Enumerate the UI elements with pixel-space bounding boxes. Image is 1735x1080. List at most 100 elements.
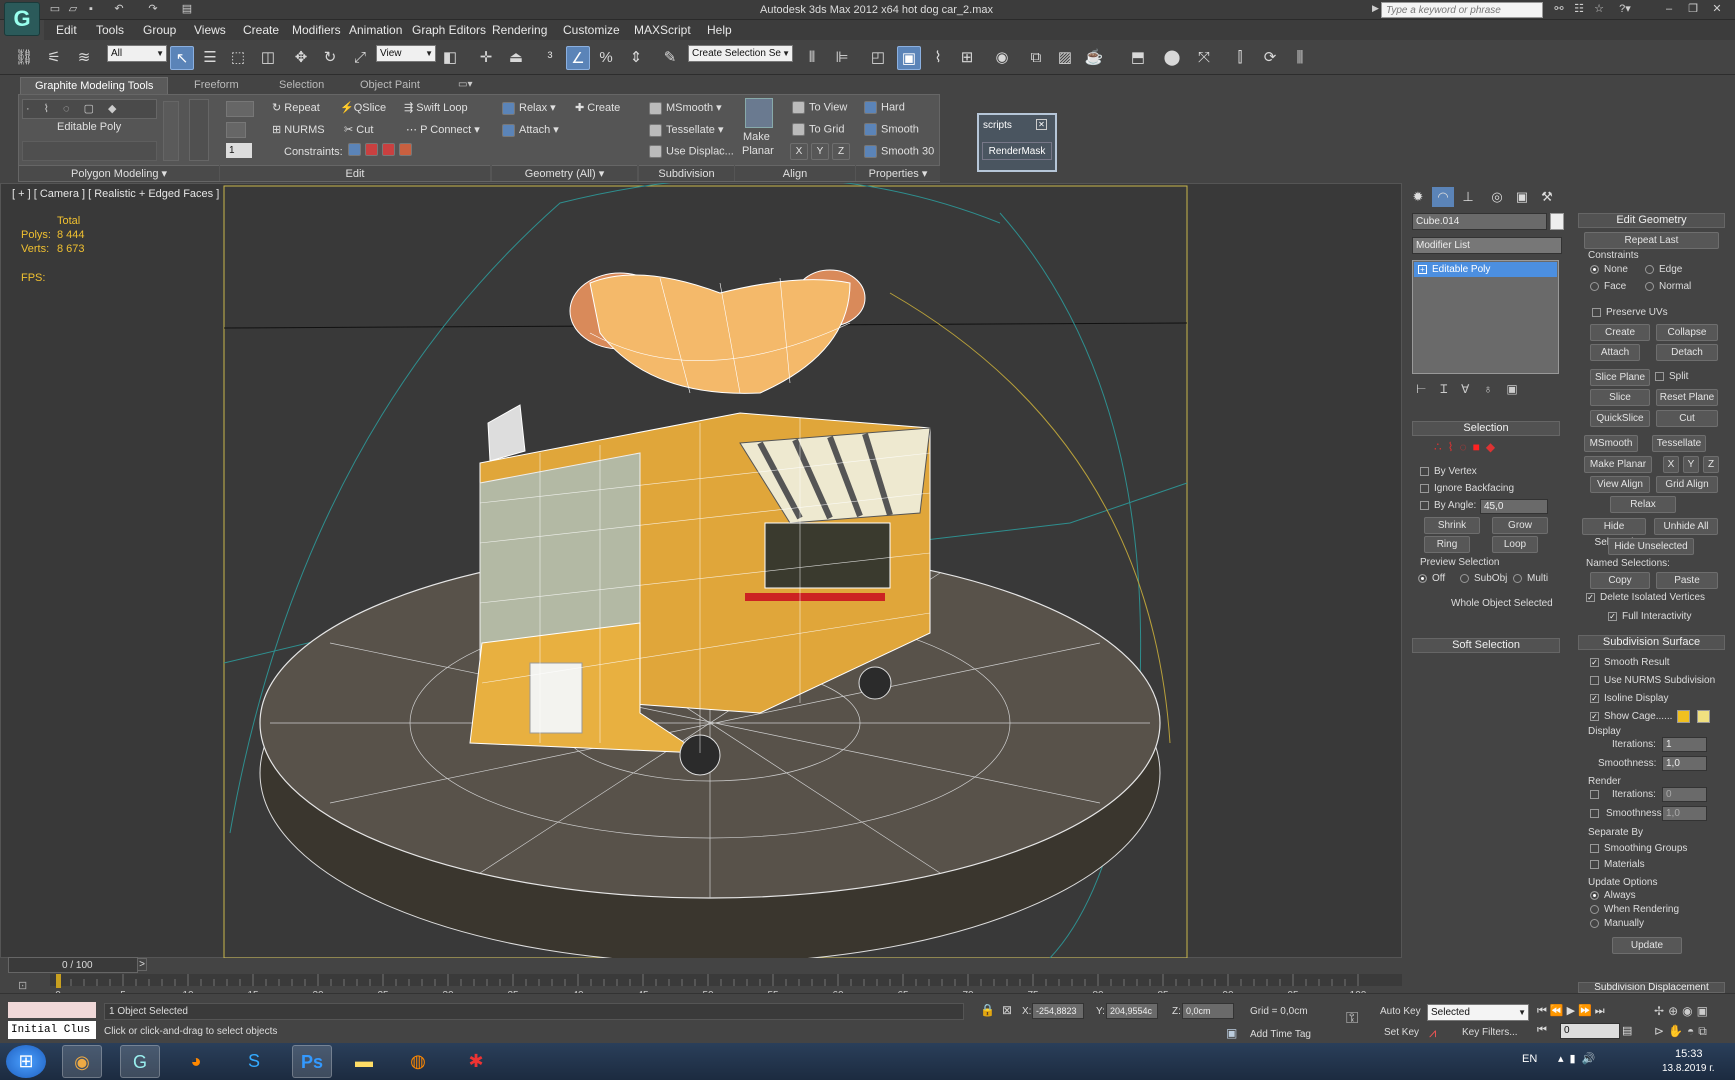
percent-snap-icon[interactable]: % [594,46,618,70]
binoculars-icon[interactable]: ⚯ [1550,2,1568,16]
time-configuration-icon[interactable]: ▤ [1622,1024,1632,1037]
reset-plane-button[interactable]: Reset Plane [1656,389,1718,406]
next-frame-play-icon[interactable]: ⏩ [1578,1005,1595,1017]
photoshop-taskbar-icon[interactable]: Ps [292,1045,332,1078]
graphite-toggle-icon[interactable]: ▣ [897,46,921,70]
unhide-all-button[interactable]: Unhide All [1654,518,1718,535]
modify-tab-icon[interactable]: ◠ [1432,187,1454,207]
render-iterations-spinner[interactable]: 0 [1662,787,1707,802]
geometry-panel-label[interactable]: Geometry (All) ▾ [492,165,637,181]
display-smoothness-spinner[interactable]: 1,0 [1662,756,1707,771]
tessellate-button[interactable]: Tessellate ▾ [649,123,724,137]
constraint-face-radio[interactable]: Face [1590,281,1626,292]
align-y-button[interactable]: Y [811,143,829,160]
repeat-button[interactable]: ↻ Repeat [272,101,320,114]
fov-icon[interactable]: ⊳ [1654,1024,1668,1038]
render-smoothness-spinner[interactable]: 1,0 [1662,806,1707,821]
save-icon[interactable]: ▪ [84,2,98,16]
go-to-end-icon[interactable]: ⏭ [1595,1005,1608,1017]
make-planar-icon[interactable] [745,98,773,128]
hierarchy-tab-icon[interactable]: ⊥ [1457,187,1479,207]
zoom-icon[interactable]: ✢ [1654,1004,1668,1018]
start-button-icon[interactable]: ⊞ [6,1045,46,1078]
polygon-modeling-panel-label[interactable]: Polygon Modeling ▾ [19,165,219,181]
menu-tools[interactable]: Tools [96,23,124,37]
tessellate-geom-button[interactable]: Tessellate [1652,435,1706,452]
bind-space-warp-icon[interactable]: ≋ [72,46,96,70]
viewport-nav-controls-top[interactable]: ✢⊕◉▣ [1654,1004,1712,1018]
smooth-button[interactable]: Smooth [864,123,919,136]
angle-spinner[interactable]: 45,0 [1480,499,1548,514]
tab-graphite-modeling-tools[interactable]: Graphite Modeling Tools [20,77,169,94]
angle-snap-icon[interactable]: ∠ [566,46,590,70]
preserve-uvs-icons[interactable] [189,99,209,161]
3dsmax-taskbar-icon[interactable]: G [120,1045,160,1078]
copy-button[interactable]: Copy [1590,572,1650,589]
update-when-rendering-radio[interactable]: When Rendering [1590,904,1679,915]
maximize-viewport-icon[interactable]: ⧉ [1698,1024,1711,1038]
cut-button[interactable]: ✂ Cut [344,123,373,136]
use-nurms-checkbox[interactable]: Use NURMS Subdivision [1590,675,1715,686]
align-icon[interactable]: ⊫ [830,46,854,70]
utilities-tab-icon[interactable]: ⚒ [1536,187,1558,207]
script-tool-2-icon[interactable]: ⟳ [1258,46,1282,70]
materials-checkbox[interactable]: Materials [1590,859,1645,870]
undo-icon[interactable]: ↶ [112,2,126,16]
select-and-link-icon[interactable]: ⛓ [12,46,36,70]
stack-controls-icons[interactable]: ⊢Ɪ∀♁▣ [1416,380,1561,396]
align-panel-label[interactable]: Align [735,165,855,181]
create-tab-icon[interactable]: ✹ [1407,187,1429,207]
clock-date[interactable]: 13.8.2019 г. [1662,1063,1714,1074]
maxscript-mini-listener[interactable]: Initial Clus [8,1021,96,1039]
tab-object-paint[interactable]: Object Paint [346,77,434,94]
script-tool-3-icon[interactable]: ⫼ [1288,46,1312,70]
qslice-button[interactable]: ⚡QSlice [340,101,386,114]
select-and-manipulate-icon[interactable]: ✛ [474,46,498,70]
update-always-radio[interactable]: Always [1590,890,1636,901]
constraint-face-icon[interactable] [382,143,395,156]
constraint-normal-radio[interactable]: Normal [1645,281,1691,292]
swift-loop-button[interactable]: ⇶ Swift Loop [404,101,468,114]
planar-y-button[interactable]: Y [1683,456,1699,473]
display-iterations-spinner[interactable]: 1 [1662,737,1707,752]
to-grid-button[interactable]: To Grid [792,123,844,136]
subobject-level-icons[interactable]: ·⌇◌▢◆ [26,102,130,115]
mirror-icon[interactable]: ⫴ [800,46,824,70]
hard-button[interactable]: Hard [864,101,905,114]
create-button[interactable]: ✚ Create [575,101,620,114]
tab-selection[interactable]: Selection [265,77,338,94]
view-align-button[interactable]: View Align [1590,476,1650,493]
smooth-result-checkbox[interactable]: ✓ Smooth Result [1590,657,1670,668]
y-coord-field[interactable]: 204,9554c [1106,1003,1158,1019]
window-crossing-icon[interactable]: ◫ [256,46,280,70]
clock-time[interactable]: 15:33 [1675,1048,1703,1060]
file-explorer-taskbar-icon[interactable]: ▬ [344,1045,384,1078]
object-color-swatch[interactable] [1550,213,1564,230]
subdivision-displacement-rollout-header[interactable]: Subdivision Displacement [1578,982,1725,993]
redo-icon[interactable]: ↷ [146,2,160,16]
subdivision-surface-rollout-header[interactable]: Subdivision Surface [1578,635,1725,650]
menu-maxscript[interactable]: MAXScript [634,23,691,37]
shrink-button[interactable]: Shrink [1424,517,1480,534]
tab-freeform[interactable]: Freeform [180,77,253,94]
absolute-mode-icon[interactable]: ⊠ [1002,1003,1012,1017]
app-taskbar-icon[interactable]: ✱ [456,1045,496,1078]
restore-icon[interactable]: ❐ [1684,2,1702,16]
msmooth-button[interactable]: MSmooth ▾ [649,101,722,115]
show-cage-checkbox[interactable]: ✓ Show Cage...... [1590,711,1672,722]
menu-animation[interactable]: Animation [349,23,402,37]
slice-button[interactable]: Slice [1590,389,1650,406]
layer-manager-icon[interactable]: ◰ [866,46,890,70]
zoom-extents-icon[interactable]: ◉ [1682,1004,1696,1018]
tool-icon[interactable]: ⤧ [1192,46,1216,70]
to-view-button[interactable]: To View [792,101,847,114]
smoothing-groups-checkbox[interactable]: Smoothing Groups [1590,843,1687,854]
menu-graph-editors[interactable]: Graph Editors [412,23,486,37]
modifier-stack-nav-icons[interactable] [22,141,157,161]
ring-button[interactable]: Ring [1424,536,1470,553]
menu-group[interactable]: Group [143,23,176,37]
constraint-none-icon[interactable] [348,143,361,156]
search-arrow-icon[interactable]: ▶ [1372,3,1379,14]
previous-frame-icon[interactable]: ⏪ [1550,1005,1567,1017]
x-coord-field[interactable]: -254,8823 [1032,1003,1084,1019]
